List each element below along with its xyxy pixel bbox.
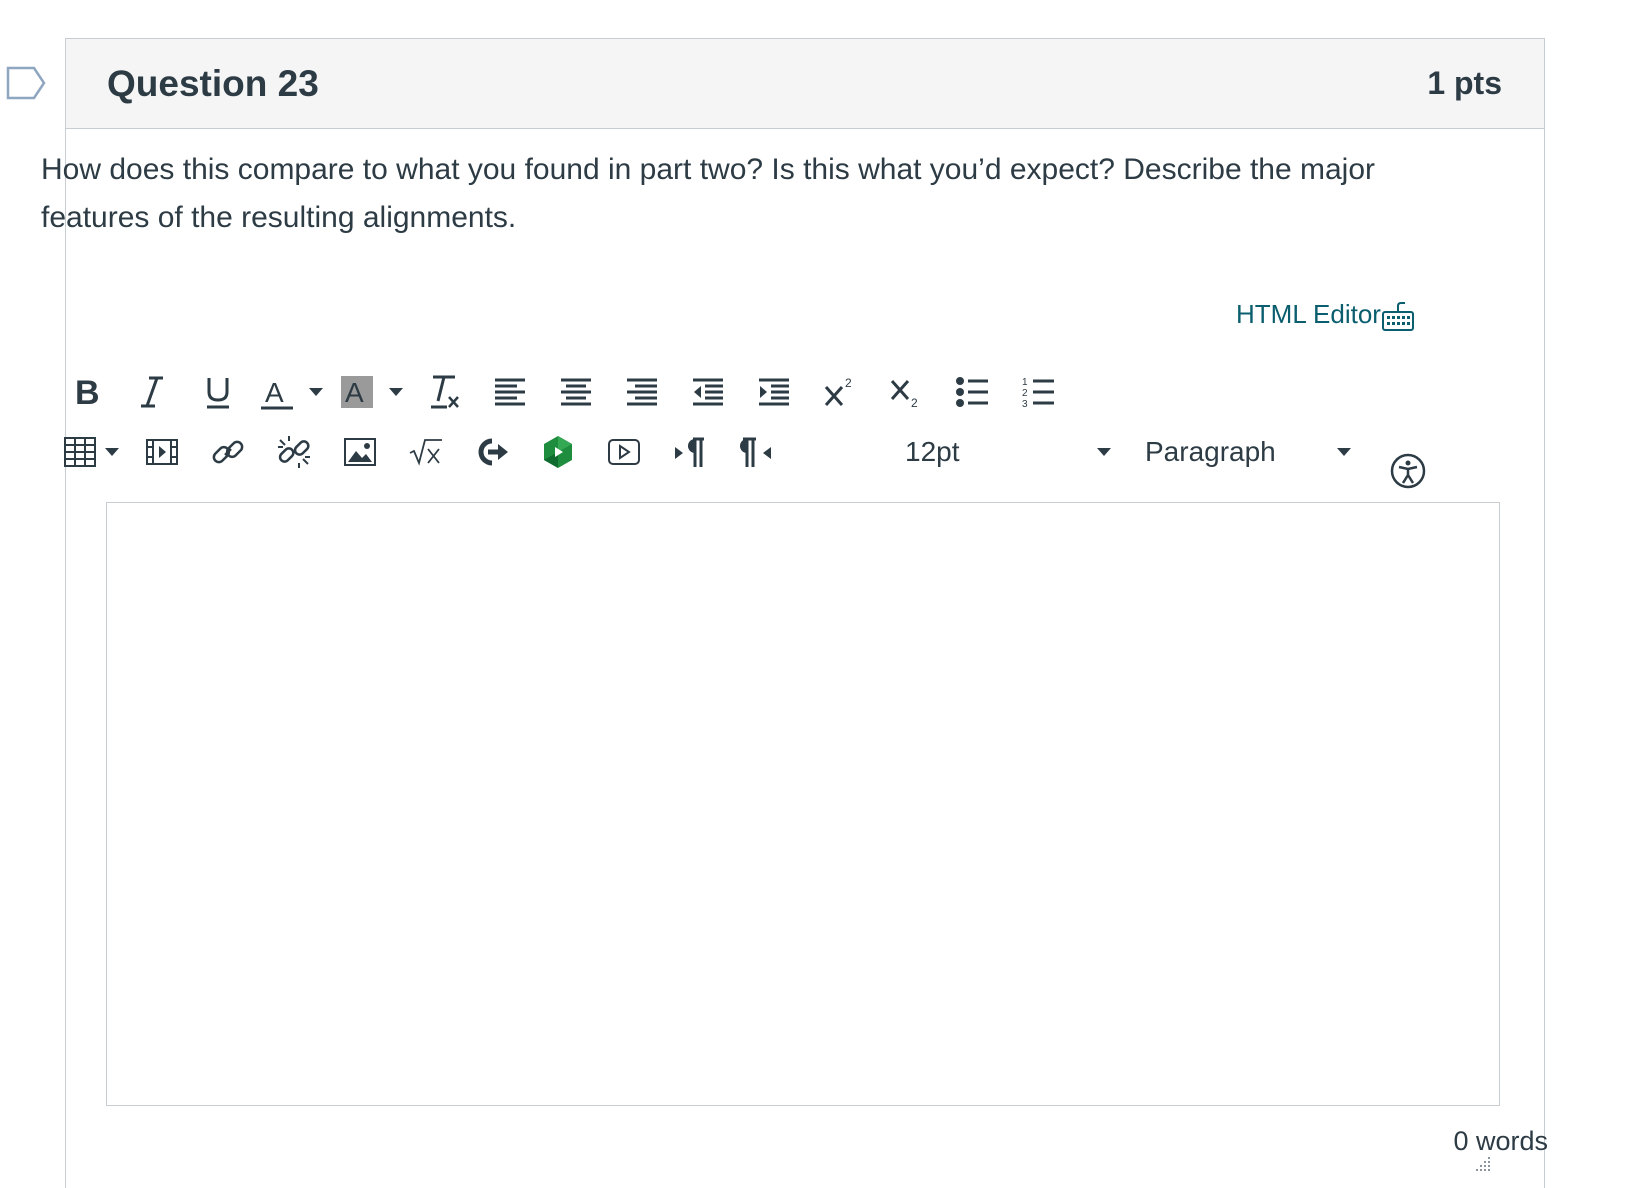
chevron-down-icon — [1337, 448, 1351, 456]
question-text: How does this compare to what you found … — [41, 153, 1376, 234]
block-format-value: Paragraph — [1145, 436, 1276, 467]
align-center-button[interactable] — [543, 370, 609, 414]
svg-text:2: 2 — [1022, 388, 1028, 399]
chevron-down-icon — [1097, 448, 1111, 456]
link-button[interactable] — [195, 430, 261, 474]
italic-icon — [141, 376, 163, 408]
table-icon — [64, 437, 96, 467]
svg-text:2: 2 — [845, 376, 852, 390]
align-left-button[interactable] — [477, 370, 543, 414]
numbered-list-button[interactable]: 123 — [1005, 370, 1071, 414]
outdent-icon — [693, 378, 723, 406]
html-editor-link[interactable]: HTML Editor — [1236, 296, 1415, 332]
svg-text:2: 2 — [911, 396, 918, 409]
align-right-button[interactable] — [609, 370, 675, 414]
keyboard-icon — [1381, 302, 1414, 331]
google-drive-icon — [544, 436, 572, 468]
lti-tool-icon — [478, 438, 508, 466]
unlink-icon — [278, 436, 310, 468]
superscript-button[interactable]: 2 — [807, 370, 873, 414]
bold-button[interactable]: B — [53, 370, 119, 414]
text-color-icon: A — [261, 377, 293, 410]
underline-button[interactable] — [185, 370, 251, 414]
rtl-paragraph-button[interactable] — [723, 430, 789, 474]
chevron-down-icon — [309, 388, 323, 396]
lti-tool-button[interactable] — [459, 430, 525, 474]
embed-video-button[interactable] — [591, 430, 657, 474]
indent-icon — [759, 378, 789, 406]
google-drive-button[interactable] — [525, 430, 591, 474]
equation-button[interactable] — [393, 430, 459, 474]
toolbar-row-formatting: B A A 2 2 123 — [53, 370, 1071, 414]
svg-text:B: B — [75, 374, 100, 410]
align-right-icon — [627, 378, 657, 406]
bulleted-list-button[interactable] — [939, 370, 1005, 414]
toolbar-row-insert — [53, 430, 789, 474]
word-count: 0 words — [1453, 1126, 1548, 1156]
accessibility-icon — [1390, 453, 1426, 489]
ltr-paragraph-button[interactable] — [657, 430, 723, 474]
svg-text:1: 1 — [1022, 377, 1028, 388]
flag-question-icon[interactable] — [6, 66, 46, 100]
equation-icon — [409, 439, 442, 466]
chevron-down-icon — [389, 388, 403, 396]
question-points: 1 pts — [1427, 65, 1502, 101]
block-format-select[interactable]: Paragraph — [1145, 430, 1355, 474]
background-color-button[interactable]: A — [331, 370, 411, 414]
media-button[interactable] — [129, 430, 195, 474]
indent-button[interactable] — [741, 370, 807, 414]
font-size-select[interactable]: 12pt — [905, 430, 1115, 474]
rich-text-editor-area[interactable] — [106, 502, 1500, 1106]
underline-icon — [207, 378, 229, 409]
subscript-button[interactable]: 2 — [873, 370, 939, 414]
question-title: Question 23 — [107, 62, 319, 104]
unlink-button[interactable] — [261, 430, 327, 474]
embed-video-icon — [608, 439, 640, 465]
svg-text:3: 3 — [1022, 399, 1028, 409]
text-color-button[interactable]: A — [251, 370, 331, 414]
rtl-paragraph-icon — [740, 437, 771, 467]
image-icon — [344, 438, 376, 466]
svg-text:A: A — [265, 377, 284, 408]
link-icon — [212, 440, 244, 464]
media-icon — [146, 439, 178, 465]
font-size-value: 12pt — [905, 436, 960, 467]
bold-icon: B — [75, 374, 100, 410]
background-color-icon: A — [341, 376, 373, 408]
clear-formatting-button[interactable] — [411, 370, 477, 414]
resize-handle-icon[interactable] — [1472, 1153, 1492, 1178]
chevron-down-icon — [105, 448, 119, 456]
outdent-button[interactable] — [675, 370, 741, 414]
image-button[interactable] — [327, 430, 393, 474]
numbered-list-icon: 123 — [1022, 377, 1054, 409]
question-header: Question 23 1 pts — [66, 39, 1544, 129]
superscript-icon: 2 — [824, 376, 852, 406]
subscript-icon: 2 — [890, 380, 918, 409]
italic-button[interactable] — [119, 370, 185, 414]
ltr-paragraph-icon — [675, 437, 704, 467]
bulleted-list-icon — [956, 377, 988, 407]
svg-text:A: A — [345, 377, 364, 408]
align-left-icon — [495, 378, 525, 406]
table-button[interactable] — [53, 430, 129, 474]
clear-formatting-icon — [431, 375, 459, 409]
html-editor-label: HTML Editor — [1236, 298, 1381, 329]
accessibility-checker-button[interactable] — [1390, 453, 1426, 494]
align-center-icon — [561, 378, 591, 406]
